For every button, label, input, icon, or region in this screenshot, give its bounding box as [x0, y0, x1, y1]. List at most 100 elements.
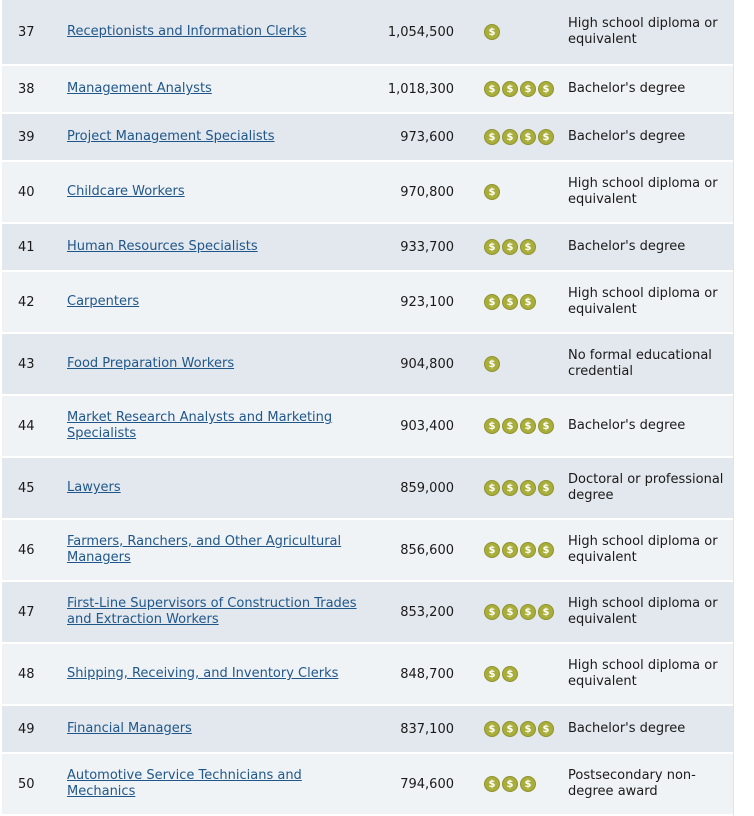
- rank-cell: 42: [18, 294, 35, 310]
- dollar-coin-icon: $: [484, 418, 500, 434]
- pay-level-cell: $: [454, 184, 568, 200]
- pay-level-cell: $ $ $ $: [454, 721, 568, 737]
- employment-cell: 848,700: [400, 666, 454, 682]
- education-cell: High school diploma or equivalent: [568, 176, 718, 207]
- dollar-coin-icon: $: [484, 542, 500, 558]
- employment-cell: 970,800: [400, 184, 454, 200]
- dollar-coin-icon: $: [484, 356, 500, 372]
- occupation-link[interactable]: Food Preparation Workers: [67, 356, 234, 371]
- occupations-table: 37 Receptionists and Information Clerks …: [2, 0, 734, 816]
- occupation-link[interactable]: Childcare Workers: [67, 184, 185, 199]
- table-row: 49 Financial Managers 837,100 $ $ $ $ Bache…: [2, 706, 733, 754]
- occupation-cell: Project Management Specialists: [67, 129, 367, 145]
- occupation-cell: First-Line Supervisors of Construction T…: [67, 596, 367, 628]
- dollar-coin-icon: $: [502, 542, 518, 558]
- education-cell: High school diploma or equivalent: [568, 658, 718, 689]
- occupation-cell: Food Preparation Workers: [67, 356, 367, 372]
- employment-cell: 903,400: [400, 418, 454, 434]
- pay-level-cell: $ $ $: [454, 239, 568, 255]
- employment-cell: 859,000: [400, 480, 454, 496]
- dollar-coin-icon: $: [520, 418, 536, 434]
- pay-level-cell: $ $ $ $: [454, 81, 568, 97]
- rank-cell: 40: [18, 184, 35, 200]
- rank-cell: 44: [18, 418, 35, 434]
- occupation-link[interactable]: Receptionists and Information Clerks: [67, 24, 306, 39]
- table-row: 39 Project Management Specialists 973,60…: [2, 114, 733, 162]
- rank-cell: 47: [18, 604, 35, 620]
- pay-level-cell: $ $ $ $: [454, 129, 568, 145]
- employment-cell: 904,800: [400, 356, 454, 372]
- dollar-coin-icon: $: [484, 184, 500, 200]
- rank-cell: 39: [18, 129, 35, 145]
- dollar-coin-icon: $: [520, 604, 536, 620]
- dollar-coin-icon: $: [520, 480, 536, 496]
- pay-level-cell: $ $ $ $: [454, 418, 568, 434]
- employment-cell: 973,600: [400, 129, 454, 145]
- occupation-link[interactable]: Management Analysts: [67, 81, 212, 96]
- dollar-coin-icon: $: [502, 239, 518, 255]
- table-row: 47 First-Line Supervisors of Constructio…: [2, 582, 733, 644]
- dollar-coin-icon: $: [502, 129, 518, 145]
- dollar-coin-icon: $: [538, 721, 554, 737]
- dollar-coin-icon: $: [502, 666, 518, 682]
- dollar-coin-icon: $: [502, 294, 518, 310]
- pay-level-cell: $: [454, 356, 568, 372]
- dollar-coin-icon: $: [538, 542, 554, 558]
- employment-cell: 923,100: [400, 294, 454, 310]
- employment-cell: 1,018,300: [387, 81, 454, 97]
- education-cell: Doctoral or professional degree: [568, 472, 724, 503]
- rank-cell: 45: [18, 480, 35, 496]
- rank-cell: 48: [18, 666, 35, 682]
- occupation-link[interactable]: Human Resources Specialists: [67, 239, 258, 254]
- education-cell: Bachelor's degree: [568, 129, 686, 144]
- occupation-link[interactable]: Financial Managers: [67, 721, 192, 736]
- dollar-coin-icon: $: [520, 81, 536, 97]
- employment-cell: 1,054,500: [387, 24, 454, 40]
- occupation-link[interactable]: Automotive Service Technicians and Mecha…: [67, 768, 302, 799]
- occupation-cell: Carpenters: [67, 294, 367, 310]
- dollar-coin-icon: $: [502, 81, 518, 97]
- table-row: 40 Childcare Workers 970,800 $ High scho…: [2, 162, 733, 224]
- education-cell: No formal educational credential: [568, 348, 712, 379]
- rank-cell: 41: [18, 239, 35, 255]
- pay-level-cell: $ $ $: [454, 294, 568, 310]
- dollar-coin-icon: $: [484, 81, 500, 97]
- occupation-cell: Automotive Service Technicians and Mecha…: [67, 768, 367, 800]
- education-cell: Bachelor's degree: [568, 81, 686, 96]
- occupation-cell: Childcare Workers: [67, 184, 367, 200]
- pay-level-cell: $: [454, 24, 568, 40]
- table-row: 41 Human Resources Specialists 933,700 $…: [2, 224, 733, 272]
- table-row: 43 Food Preparation Workers 904,800 $ No…: [2, 334, 733, 396]
- dollar-coin-icon: $: [484, 666, 500, 682]
- occupation-link[interactable]: First-Line Supervisors of Construction T…: [67, 596, 357, 627]
- pay-level-cell: $ $ $ $: [454, 542, 568, 558]
- table-row: 50 Automotive Service Technicians and Me…: [2, 754, 733, 816]
- occupation-link[interactable]: Project Management Specialists: [67, 129, 274, 144]
- pay-level-cell: $ $ $: [454, 776, 568, 792]
- pay-level-cell: $ $: [454, 666, 568, 682]
- pay-level-cell: $ $ $ $: [454, 480, 568, 496]
- dollar-coin-icon: $: [484, 480, 500, 496]
- dollar-coin-icon: $: [538, 480, 554, 496]
- dollar-coin-icon: $: [484, 776, 500, 792]
- education-cell: Bachelor's degree: [568, 418, 686, 433]
- rank-cell: 38: [18, 81, 35, 97]
- dollar-coin-icon: $: [520, 294, 536, 310]
- rank-cell: 46: [18, 542, 35, 558]
- dollar-coin-icon: $: [538, 604, 554, 620]
- occupation-cell: Human Resources Specialists: [67, 239, 367, 255]
- dollar-coin-icon: $: [520, 129, 536, 145]
- education-cell: High school diploma or equivalent: [568, 534, 718, 565]
- education-cell: High school diploma or equivalent: [568, 16, 718, 47]
- dollar-coin-icon: $: [538, 81, 554, 97]
- pay-level-cell: $ $ $ $: [454, 604, 568, 620]
- rank-cell: 43: [18, 356, 35, 372]
- occupation-link[interactable]: Market Research Analysts and Marketing S…: [67, 410, 332, 441]
- rank-cell: 37: [18, 24, 35, 40]
- occupation-link[interactable]: Shipping, Receiving, and Inventory Clerk…: [67, 666, 338, 681]
- occupation-link[interactable]: Farmers, Ranchers, and Other Agricultura…: [67, 534, 341, 565]
- education-cell: High school diploma or equivalent: [568, 286, 718, 317]
- table-row: 37 Receptionists and Information Clerks …: [2, 0, 733, 66]
- occupation-link[interactable]: Carpenters: [67, 294, 139, 309]
- occupation-link[interactable]: Lawyers: [67, 480, 121, 495]
